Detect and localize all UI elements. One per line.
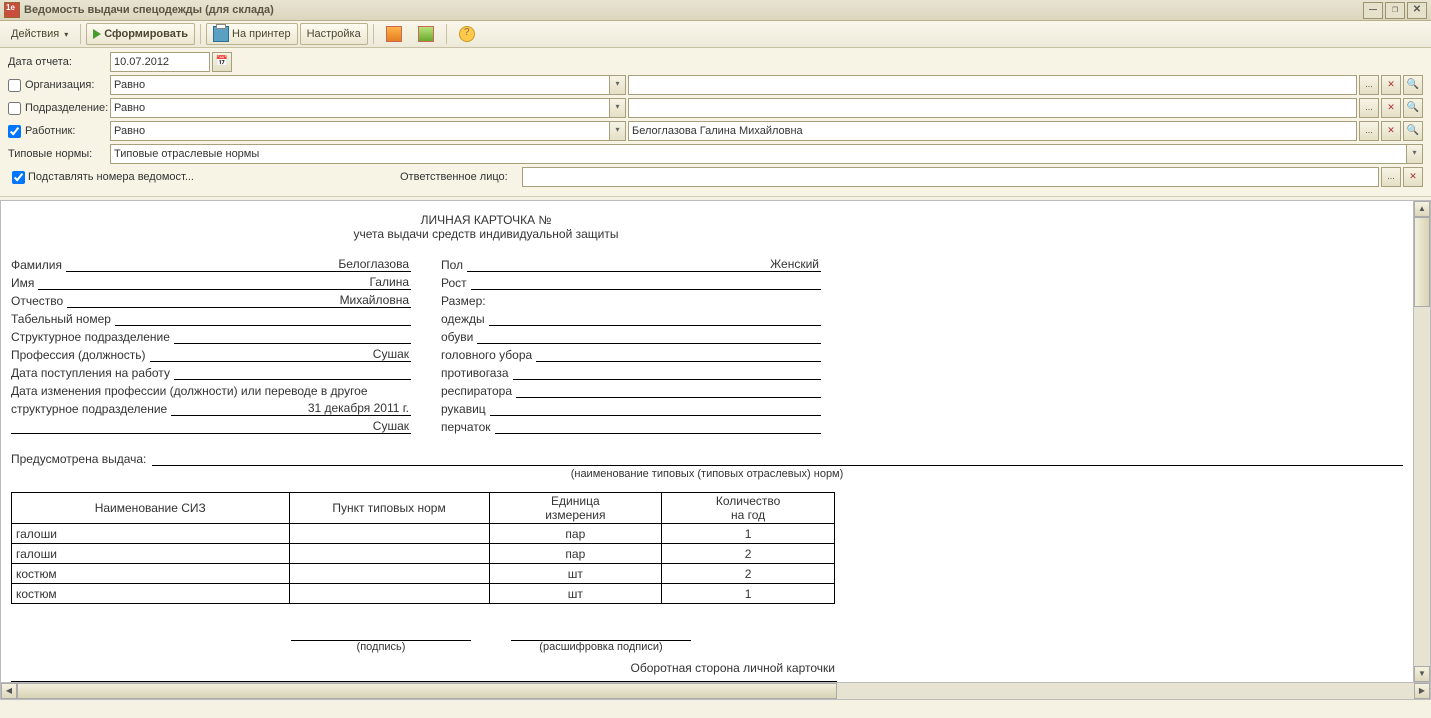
settings-button[interactable]: Настройка — [300, 23, 368, 45]
emp-value-input[interactable]: Белоглазова Галина Михайловна — [628, 121, 1357, 141]
dep-value-input[interactable] — [628, 98, 1357, 118]
horizontal-scrollbar[interactable]: ◀ ▶ — [0, 683, 1431, 700]
org-clear-button[interactable] — [1381, 75, 1401, 95]
org-checkbox[interactable] — [8, 79, 21, 92]
resp-input[interactable] — [522, 167, 1379, 187]
table-row: костюмшт1 — [12, 584, 835, 604]
dropdown-icon[interactable]: ▾ — [609, 99, 625, 117]
window-title: Ведомость выдачи спецодежды (для склада) — [24, 4, 274, 16]
signature-row: (подпись) (расшифровка подписи) — [291, 626, 1403, 653]
printer-icon — [213, 26, 229, 42]
play-icon — [93, 29, 101, 39]
norms-label: Типовые нормы: — [8, 148, 108, 160]
subst-checkbox[interactable] — [12, 171, 25, 184]
org-select-button[interactable] — [1359, 75, 1379, 95]
siz-table: Наименование СИЗ Пункт типовых норм Един… — [11, 492, 835, 604]
emp-comparison-select[interactable]: Равно▾ — [110, 121, 626, 141]
info-right-column: ПолЖенский Рост Размер: одежды обуви гол… — [441, 255, 821, 434]
export-button-1[interactable] — [379, 23, 409, 45]
scroll-right-icon[interactable]: ▶ — [1414, 683, 1430, 699]
org-comparison-select[interactable]: Равно▾ — [110, 75, 626, 95]
maximize-button[interactable] — [1385, 2, 1405, 19]
dep-select-button[interactable] — [1359, 98, 1379, 118]
dropdown-icon[interactable]: ▾ — [609, 76, 625, 94]
scroll-up-icon[interactable]: ▲ — [1414, 201, 1430, 217]
emp-checkbox[interactable] — [8, 125, 21, 138]
scroll-thumb-h[interactable] — [17, 683, 837, 699]
dep-checkbox[interactable] — [8, 102, 21, 115]
issue-row: Предусмотрена выдача: — [11, 450, 1403, 466]
org-value-input[interactable] — [628, 75, 1357, 95]
export-icon — [386, 26, 402, 42]
partial-table — [11, 681, 837, 682]
info-left-column: ФамилияБелоглазова ИмяГалина ОтчествоМих… — [11, 255, 411, 434]
emp-search-button[interactable] — [1403, 121, 1423, 141]
calendar-button[interactable] — [212, 52, 232, 72]
resp-clear-button[interactable] — [1403, 167, 1423, 187]
flip-side-label: Оборотная сторона личной карточки — [11, 661, 835, 675]
emp-label: Работник: — [8, 125, 108, 138]
resp-label: Ответственное лицо: — [400, 171, 520, 183]
close-button[interactable] — [1407, 2, 1427, 19]
date-label: Дата отчета: — [8, 56, 108, 68]
table-row: костюмшт2 — [12, 564, 835, 584]
dep-label: Подразделение: — [8, 102, 108, 115]
export-button-2[interactable] — [411, 23, 441, 45]
dep-clear-button[interactable] — [1381, 98, 1401, 118]
title-bar: Ведомость выдачи спецодежды (для склада) — [0, 0, 1431, 21]
norms-select[interactable]: Типовые отраслевые нормы▾ — [110, 144, 1423, 164]
dep-comparison-select[interactable]: Равно▾ — [110, 98, 626, 118]
report-area: ЛИЧНАЯ КАРТОЧКА № учета выдачи средств и… — [1, 201, 1413, 682]
form-button[interactable]: Сформировать — [86, 23, 195, 45]
table-row: галошипар1 — [12, 524, 835, 544]
date-input[interactable]: 10.07.2012 — [110, 52, 210, 72]
subst-label: Подставлять номера ведомост... — [28, 171, 194, 183]
dropdown-icon[interactable]: ▾ — [1406, 145, 1422, 163]
org-search-button[interactable] — [1403, 75, 1423, 95]
scroll-thumb[interactable] — [1414, 217, 1430, 307]
help-button[interactable]: ? — [452, 23, 482, 45]
table-row: галошипар2 — [12, 544, 835, 564]
app-icon — [4, 2, 20, 18]
dropdown-icon[interactable]: ▾ — [609, 122, 625, 140]
filter-panel: Дата отчета: 10.07.2012 Организация: Рав… — [0, 48, 1431, 197]
export-icon-2 — [418, 26, 434, 42]
emp-clear-button[interactable] — [1381, 121, 1401, 141]
actions-menu[interactable]: Действия▾ — [4, 23, 75, 45]
toolbar: Действия▾ Сформировать На принтер Настро… — [0, 21, 1431, 48]
help-icon: ? — [459, 26, 475, 42]
resp-select-button[interactable] — [1381, 167, 1401, 187]
org-label: Организация: — [8, 79, 108, 92]
vertical-scrollbar[interactable]: ▲ ▼ — [1413, 201, 1430, 682]
print-button[interactable]: На принтер — [206, 23, 298, 45]
issue-subtitle: (наименование типовых (типовых отраслевы… — [11, 468, 1403, 480]
card-header: ЛИЧНАЯ КАРТОЧКА № учета выдачи средств и… — [321, 213, 651, 241]
emp-select-button[interactable] — [1359, 121, 1379, 141]
scroll-left-icon[interactable]: ◀ — [1, 683, 17, 699]
scroll-down-icon[interactable]: ▼ — [1414, 666, 1430, 682]
minimize-button[interactable] — [1363, 2, 1383, 19]
dep-search-button[interactable] — [1403, 98, 1423, 118]
